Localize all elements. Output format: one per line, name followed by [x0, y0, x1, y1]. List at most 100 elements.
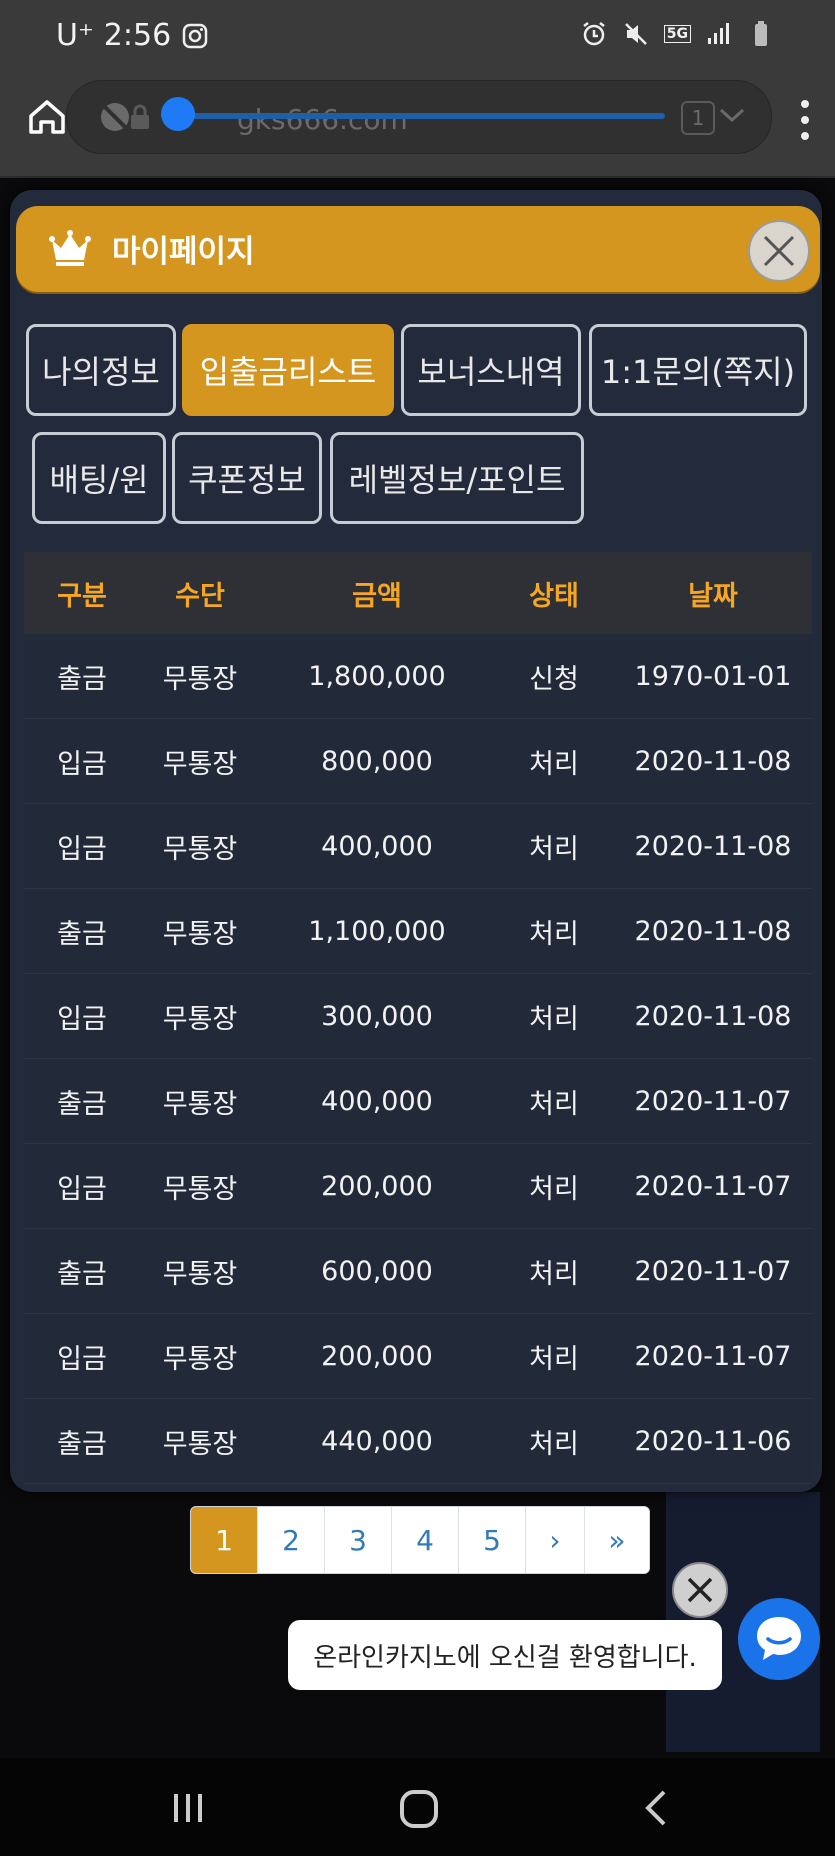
cell-date: 1970-01-01 — [634, 660, 792, 692]
cell-amount: 440,000 — [321, 1425, 433, 1457]
mute-icon — [624, 23, 647, 45]
cell-amount: 400,000 — [321, 830, 433, 862]
modal-header: 마이페이지 — [16, 206, 820, 292]
page-3-button[interactable]: 3 — [325, 1507, 392, 1573]
table-row: 출금 무통장 440,000 처리 2020-11-06 — [24, 1399, 812, 1484]
close-button[interactable] — [748, 220, 810, 282]
header-amount: 금액 — [352, 580, 402, 612]
tab-inquiry[interactable]: 1:1문의(쪽지) — [589, 324, 807, 416]
cell-type: 출금 — [57, 1428, 107, 1460]
cell-amount: 200,000 — [321, 1340, 433, 1372]
alarm-icon — [583, 22, 605, 46]
cell-status: 신청 — [529, 663, 579, 695]
system-nav-bar — [0, 1758, 835, 1856]
carrier-label: U⁺ — [56, 18, 94, 53]
cell-type: 입금 — [57, 1343, 107, 1375]
cell-method: 무통장 — [162, 663, 238, 695]
table-row: 출금 무통장 400,000 처리 2020-11-07 — [24, 1059, 812, 1144]
cell-date: 2020-11-08 — [634, 1000, 792, 1032]
page-4-button[interactable]: 4 — [392, 1507, 459, 1573]
cell-status: 처리 — [529, 1003, 579, 1035]
table-row: 입금 무통장 200,000 처리 2020-11-07 — [24, 1144, 812, 1229]
cell-method: 무통장 — [162, 918, 238, 950]
cell-date: 2020-11-07 — [634, 1085, 792, 1117]
header-date: 날짜 — [688, 580, 738, 612]
header-status: 상태 — [529, 580, 579, 612]
cell-status: 처리 — [529, 1088, 579, 1120]
tab-betting-win[interactable]: 배팅/윈 — [32, 432, 166, 524]
table-row: 입금 무통장 200,000 처리 2020-11-07 — [24, 1314, 812, 1399]
recent-apps-icon[interactable] — [168, 1788, 208, 1828]
tab-bonus-history[interactable]: 보너스내역 — [401, 324, 581, 416]
tab-coupon-info[interactable]: 쿠폰정보 — [172, 432, 322, 524]
tab-count[interactable]: 1 — [681, 101, 715, 135]
cell-status: 처리 — [529, 833, 579, 865]
close-icon — [687, 1577, 713, 1603]
cell-method: 무통장 — [162, 748, 238, 780]
cell-status: 처리 — [529, 1428, 579, 1460]
cell-amount: 1,100,000 — [308, 915, 446, 947]
cell-date: 2020-11-07 — [634, 1170, 792, 1202]
table-row: 출금 무통장 1,100,000 처리 2020-11-08 — [24, 889, 812, 974]
last-page-button[interactable]: » — [585, 1507, 649, 1573]
cell-amount: 1,800,000 — [308, 660, 446, 692]
cell-date: 2020-11-08 — [634, 745, 792, 777]
cell-type: 입금 — [57, 1003, 107, 1035]
home-nav-icon[interactable] — [398, 1788, 440, 1830]
page-2-button[interactable]: 2 — [258, 1507, 325, 1573]
cell-status: 처리 — [529, 748, 579, 780]
transaction-table: 구분 수단 금액 상태 날짜 출금 무통장 1,800,000 신청 1970-01-0… — [24, 552, 812, 1484]
instagram-icon — [182, 23, 208, 48]
cell-type: 출금 — [57, 1258, 107, 1290]
chat-icon — [757, 1617, 801, 1660]
page-load-progress — [161, 113, 665, 119]
modal-title: 마이페이지 — [112, 234, 255, 270]
toast-close-button[interactable] — [672, 1562, 728, 1618]
chevron-down-icon[interactable] — [717, 105, 747, 125]
chat-button[interactable] — [738, 1598, 820, 1680]
cell-status: 처리 — [529, 918, 579, 950]
home-icon[interactable] — [26, 96, 68, 138]
status-right: 5G — [580, 20, 775, 48]
table-row: 출금 무통장 600,000 처리 2020-11-07 — [24, 1229, 812, 1314]
cell-method: 무통장 — [162, 1088, 238, 1120]
header-method: 수단 — [175, 580, 225, 612]
tab-deposit-withdrawal-list[interactable]: 입출금리스트 — [182, 324, 394, 416]
back-icon[interactable] — [638, 1788, 678, 1828]
cell-type: 출금 — [57, 663, 107, 695]
cell-amount: 300,000 — [321, 1000, 433, 1032]
battery-icon — [755, 21, 767, 46]
cell-date: 2020-11-06 — [634, 1425, 792, 1457]
cell-date: 2020-11-07 — [634, 1340, 792, 1372]
next-page-button[interactable]: › — [526, 1507, 585, 1573]
tab-my-info[interactable]: 나의정보 — [26, 324, 176, 416]
cell-method: 무통장 — [162, 1343, 238, 1375]
page-5-button[interactable]: 5 — [459, 1507, 526, 1573]
overflow-menu-icon[interactable] — [801, 100, 811, 148]
cell-type: 입금 — [57, 833, 107, 865]
crown-icon — [49, 230, 91, 266]
cell-status: 처리 — [529, 1258, 579, 1290]
cell-amount: 400,000 — [321, 1085, 433, 1117]
tracker-block-icon — [101, 103, 129, 131]
address-bar[interactable]: gks666.com 1 — [66, 80, 772, 154]
tab-level-points[interactable]: 레벨정보/포인트 — [330, 432, 584, 524]
cell-type: 입금 — [57, 1173, 107, 1205]
cell-date: 2020-11-07 — [634, 1255, 792, 1287]
cell-type: 출금 — [57, 1088, 107, 1120]
cell-date: 2020-11-08 — [634, 830, 792, 862]
cell-status: 처리 — [529, 1343, 579, 1375]
table-row: 입금 무통장 400,000 처리 2020-11-08 — [24, 804, 812, 889]
pagination: 1 2 3 4 5 › » — [190, 1506, 650, 1574]
cell-method: 무통장 — [162, 1173, 238, 1205]
table-row: 출금 무통장 1,800,000 신청 1970-01-01 — [24, 634, 812, 719]
welcome-toast: 온라인카지노에 오신걸 환영합니다. — [288, 1620, 722, 1690]
close-icon — [763, 235, 795, 267]
cell-amount: 200,000 — [321, 1170, 433, 1202]
cell-amount: 600,000 — [321, 1255, 433, 1287]
page-1-button[interactable]: 1 — [191, 1507, 258, 1573]
network-label: 5G — [663, 25, 691, 43]
lock-icon — [131, 104, 149, 129]
cell-method: 무통장 — [162, 1258, 238, 1290]
cell-date: 2020-11-08 — [634, 915, 792, 947]
